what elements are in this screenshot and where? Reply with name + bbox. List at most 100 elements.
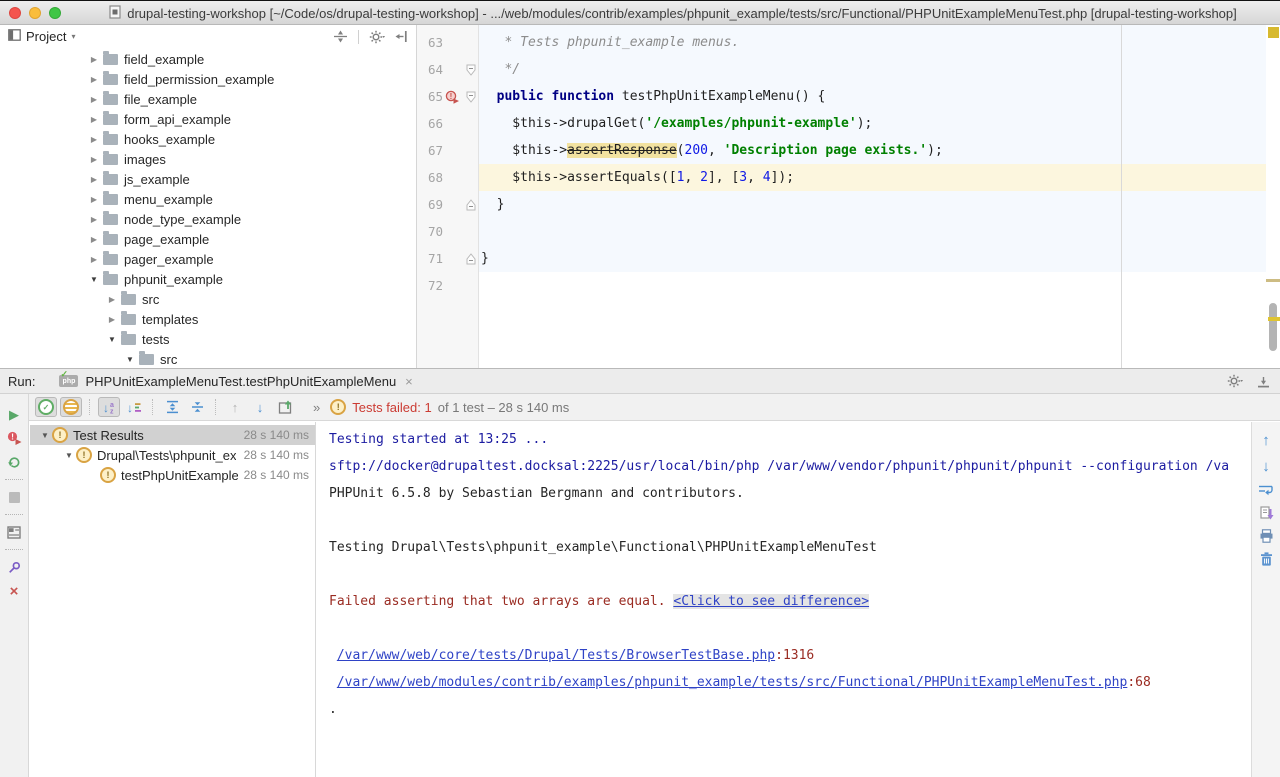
project-tree-item[interactable]: ▼tests <box>0 329 416 349</box>
clear-all-icon[interactable] <box>1260 552 1273 566</box>
line-number[interactable]: 72 <box>419 278 443 293</box>
fold-marker-icon[interactable] <box>461 199 478 211</box>
editor-line[interactable]: $this->assertEquals([1, 2], [3, 4]); <box>479 164 1266 191</box>
settings-icon[interactable] <box>1227 374 1243 388</box>
gutter-line[interactable]: 69 <box>417 191 478 218</box>
project-tree-item[interactable]: ▶node_type_example <box>0 209 416 229</box>
chevron-down-icon[interactable]: ▾ <box>71 32 75 41</box>
editor-gutter[interactable]: 636465!66676869707172 <box>417 25 479 368</box>
rerun-failed-tests-icon[interactable]: ! <box>0 426 28 450</box>
project-panel-title[interactable]: Project <box>26 29 66 44</box>
editor-code-lines[interactable]: * Tests phpunit_example menus. */ public… <box>479 25 1280 299</box>
test-tree-row[interactable]: ▼!Drupal\Tests\phpunit_ex28 s 140 ms <box>30 445 315 465</box>
rerun-failed-test-icon[interactable]: ! <box>443 90 461 104</box>
chevron-collapsed-icon[interactable]: ▶ <box>88 195 100 204</box>
chevron-collapsed-icon[interactable]: ▶ <box>88 155 100 164</box>
project-tree-item[interactable]: ▶field_permission_example <box>0 69 416 89</box>
project-tree-item[interactable]: ▶js_example <box>0 169 416 189</box>
stripe-warning-mark[interactable] <box>1268 317 1280 321</box>
close-icon[interactable]: × <box>0 579 28 603</box>
project-tree-item[interactable]: ▼phpunit_example <box>0 269 416 289</box>
locate-icon[interactable] <box>333 30 348 43</box>
more-icon[interactable]: » <box>313 400 319 415</box>
chevron-expanded-icon[interactable]: ▼ <box>62 451 76 460</box>
chevron-collapsed-icon[interactable]: ▶ <box>106 315 118 324</box>
project-tree-item[interactable]: ▶src <box>0 289 416 309</box>
chevron-collapsed-icon[interactable]: ▶ <box>88 135 100 144</box>
show-passed-icon[interactable]: ✓ <box>35 397 57 417</box>
gutter-line[interactable]: 63 <box>417 29 478 56</box>
line-number[interactable]: 70 <box>419 224 443 239</box>
chevron-collapsed-icon[interactable]: ▶ <box>88 115 100 124</box>
line-number[interactable]: 66 <box>419 116 443 131</box>
console-link[interactable]: <Click to see difference> <box>673 594 869 609</box>
run-configuration-tab[interactable]: ✓php PHPUnitExampleMenuTest.testPhpUnitE… <box>59 374 412 389</box>
project-tree-item[interactable]: ▶form_api_example <box>0 109 416 129</box>
editor-line[interactable] <box>479 272 1280 299</box>
editor[interactable]: 636465!66676869707172 * Tests phpunit_ex… <box>417 25 1280 368</box>
chevron-collapsed-icon[interactable]: ▶ <box>88 75 100 84</box>
project-tree-item[interactable]: ▶file_example <box>0 89 416 109</box>
console-link[interactable]: /var/www/web/modules/contrib/examples/ph… <box>337 675 1128 690</box>
project-tree-item[interactable]: ▶pager_example <box>0 249 416 269</box>
line-number[interactable]: 69 <box>419 197 443 212</box>
chevron-collapsed-icon[interactable]: ▶ <box>106 295 118 304</box>
print-icon[interactable] <box>1259 529 1274 543</box>
console-link[interactable]: /var/www/web/core/tests/Drupal/Tests/Bro… <box>337 648 775 663</box>
test-tree-row[interactable]: !testPhpUnitExampleM28 s 140 ms <box>30 465 315 485</box>
expand-all-icon[interactable] <box>161 397 183 417</box>
hide-panel-icon[interactable] <box>395 30 408 43</box>
gutter-line[interactable]: 66 <box>417 110 478 137</box>
chevron-expanded-icon[interactable]: ▼ <box>124 355 136 364</box>
chevron-expanded-icon[interactable]: ▼ <box>106 335 118 344</box>
project-tree-item[interactable]: ▶hooks_example <box>0 129 416 149</box>
project-tree-item[interactable]: ▶images <box>0 149 416 169</box>
pin-tab-icon[interactable] <box>0 555 28 579</box>
up-stack-trace-icon[interactable]: ↑ <box>1262 432 1270 449</box>
editor-line[interactable]: $this->drupalGet('/examples/phpunit-exam… <box>479 110 1280 137</box>
line-number[interactable]: 67 <box>419 143 443 158</box>
toggle-auto-test-icon[interactable] <box>0 450 28 474</box>
soft-wrap-icon[interactable] <box>1258 484 1274 497</box>
chevron-collapsed-icon[interactable]: ▶ <box>88 55 100 64</box>
fold-marker-icon[interactable] <box>461 91 478 103</box>
editor-line[interactable]: $this->assertResponse(200, 'Description … <box>479 137 1280 164</box>
editor-scrollbar-thumb[interactable] <box>1269 303 1277 351</box>
zoom-window-icon[interactable] <box>49 7 61 19</box>
editor-line[interactable] <box>479 218 1280 245</box>
test-tree-row[interactable]: ▼!Test Results28 s 140 ms <box>30 425 315 445</box>
rerun-icon[interactable]: ▶ <box>0 402 28 426</box>
show-ignored-icon[interactable] <box>60 397 82 417</box>
line-number[interactable]: 68 <box>419 170 443 185</box>
gutter-line[interactable]: 67 <box>417 137 478 164</box>
sort-alphabetically-icon[interactable]: ↓az <box>98 397 120 417</box>
line-number[interactable]: 65 <box>419 89 443 104</box>
chevron-expanded-icon[interactable]: ▼ <box>88 275 100 284</box>
gutter-line[interactable]: 70 <box>417 218 478 245</box>
next-failed-test-icon[interactable]: ↓ <box>249 397 271 417</box>
editor-line[interactable]: * Tests phpunit_example menus. <box>479 29 1280 56</box>
close-tab-icon[interactable]: × <box>405 374 413 389</box>
restore-layout-icon[interactable] <box>0 520 28 544</box>
line-number[interactable]: 63 <box>419 35 443 50</box>
project-tree-item[interactable]: ▼src <box>0 349 416 368</box>
project-tree-item[interactable]: ▶templates <box>0 309 416 329</box>
previous-failed-test-icon[interactable]: ↑ <box>224 397 246 417</box>
chevron-collapsed-icon[interactable]: ▶ <box>88 95 100 104</box>
gutter-line[interactable]: 64 <box>417 56 478 83</box>
project-tree-item[interactable]: ▶page_example <box>0 229 416 249</box>
hide-panel-down-icon[interactable] <box>1257 375 1270 388</box>
down-stack-trace-icon[interactable]: ↓ <box>1262 458 1270 475</box>
close-window-icon[interactable] <box>9 7 21 19</box>
line-number[interactable]: 71 <box>419 251 443 266</box>
project-tree-item[interactable]: ▶field_example <box>0 49 416 69</box>
editor-line[interactable]: */ <box>479 56 1280 83</box>
gutter-line[interactable]: 65! <box>417 83 478 110</box>
editor-code-area[interactable]: * Tests phpunit_example menus. */ public… <box>479 25 1280 368</box>
inspection-status-icon[interactable] <box>1268 27 1279 38</box>
editor-line[interactable]: } <box>479 245 1280 272</box>
import-export-results-icon[interactable] <box>274 397 296 417</box>
minimize-window-icon[interactable] <box>29 7 41 19</box>
fold-marker-icon[interactable] <box>461 64 478 76</box>
stripe-warning-mark[interactable] <box>1266 279 1280 282</box>
